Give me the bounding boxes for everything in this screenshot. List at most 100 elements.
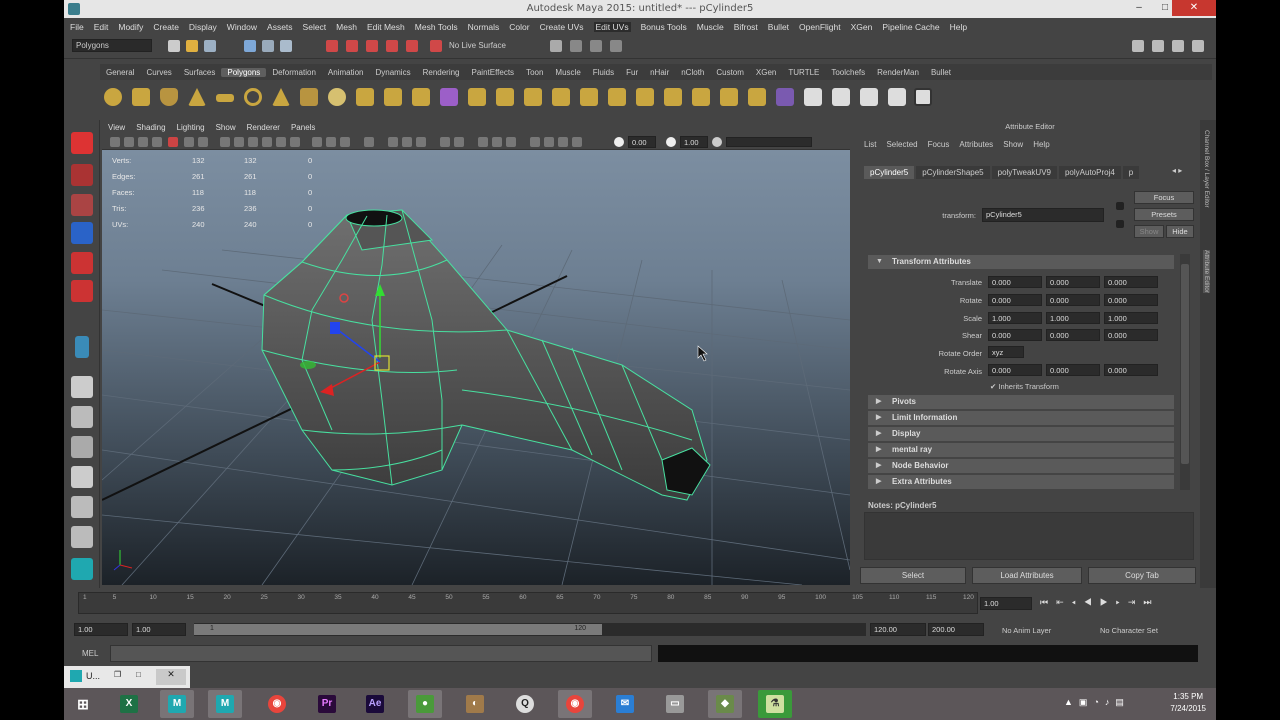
ae-menu-focus[interactable]: Focus (928, 140, 950, 149)
snap-curve-icon[interactable] (346, 40, 358, 52)
save-scene-icon[interactable] (204, 40, 216, 52)
load-attributes-button[interactable]: Load Attributes (972, 567, 1082, 584)
view-transform-dial-icon[interactable] (712, 137, 722, 147)
transform-name-field[interactable]: pCylinder5 (982, 208, 1104, 222)
range-track[interactable]: 1 120 (194, 623, 866, 636)
bookmark-icon[interactable] (138, 137, 148, 147)
playback-controls[interactable]: ⏮⇤◂◀▶▸⇥⏭ (1040, 597, 1160, 608)
ae-scrollbar[interactable] (1180, 254, 1190, 490)
lasso-tool-icon[interactable] (71, 164, 93, 186)
separate-icon[interactable] (384, 88, 402, 106)
shelf-tab-turtle[interactable]: TURTLE (782, 68, 825, 77)
shelf-tab-muscle[interactable]: Muscle (549, 68, 586, 77)
panel-menu-shading[interactable]: Shading (136, 123, 165, 132)
poly-helix-icon[interactable] (328, 88, 346, 106)
selected-mesh[interactable] (261, 209, 711, 501)
menu-assets[interactable]: Assets (267, 22, 293, 32)
view-transform-dropdown[interactable] (726, 137, 812, 147)
poly-sphere-icon[interactable] (104, 88, 122, 106)
uv-automatic-icon[interactable] (888, 88, 906, 106)
dof-icon[interactable] (440, 137, 450, 147)
menu-create-uvs[interactable]: Create UVs (540, 22, 584, 32)
minimized-window[interactable]: U... ❐ □ ✕ (64, 666, 190, 688)
scale-x-field[interactable]: 1.000 (988, 312, 1042, 324)
exposure-icon[interactable] (478, 137, 488, 147)
extrude-icon[interactable] (524, 88, 542, 106)
shear-y-field[interactable]: 0.000 (1046, 329, 1100, 341)
resolution-gate-icon[interactable] (198, 137, 208, 147)
notes-textarea[interactable] (864, 512, 1194, 560)
menu-color[interactable]: Color (509, 22, 529, 32)
channel-box-toggle-icon[interactable] (1172, 40, 1184, 52)
ae-tab-pcylinder5[interactable]: pCylinder5 (864, 166, 915, 179)
tool-settings-toggle-icon[interactable] (1192, 40, 1204, 52)
snap-point-icon[interactable] (366, 40, 378, 52)
hide-button[interactable]: Hide (1166, 225, 1194, 238)
mini-close-icon[interactable]: ✕ (156, 669, 186, 685)
multisample-icon[interactable] (416, 137, 426, 147)
bevel-icon[interactable] (776, 88, 794, 106)
history-icon[interactable] (550, 40, 562, 52)
gamma-field[interactable]: 1.00 (680, 136, 708, 148)
grid-red-icon[interactable] (168, 137, 178, 147)
anim-layer-dropdown[interactable]: No Anim Layer (1002, 626, 1051, 635)
grid-icon[interactable] (544, 137, 554, 147)
snap-grid-icon[interactable] (326, 40, 338, 52)
taskbar-app-5[interactable]: ◆ (708, 690, 742, 718)
render-icon[interactable] (570, 40, 582, 52)
taskbar-maya-2[interactable]: M (208, 690, 242, 718)
panel-menu-panels[interactable]: Panels (291, 123, 315, 132)
poly-pipe-icon[interactable] (300, 88, 318, 106)
shelf-tab-surfaces[interactable]: Surfaces (178, 68, 222, 77)
panel-toggle-icon[interactable] (1152, 40, 1164, 52)
field-chart-icon[interactable] (558, 137, 568, 147)
section-limit-information[interactable]: ▶ Limit Information (868, 411, 1174, 425)
poly-cylinder-icon[interactable] (160, 88, 178, 106)
offset-edge-loop-icon[interactable] (692, 88, 710, 106)
motion-blur-icon[interactable] (402, 137, 412, 147)
insert-edge-loop-icon[interactable] (664, 88, 682, 106)
scale-tool-icon[interactable] (71, 280, 93, 302)
transform-attributes-header[interactable]: ▼ Transform Attributes (868, 255, 1174, 269)
menu-normals[interactable]: Normals (468, 22, 500, 32)
network-icon[interactable]: ▣ (1079, 697, 1094, 707)
mirror-icon[interactable] (496, 88, 514, 106)
gamma-icon[interactable] (454, 137, 464, 147)
menu-bifrost[interactable]: Bifrost (734, 22, 758, 32)
ae-tab-pcylindershape5[interactable]: pCylinderShape5 (916, 166, 990, 179)
translate-y-field[interactable]: 0.000 (1046, 276, 1100, 288)
shelf-tab-rendering[interactable]: Rendering (417, 68, 466, 77)
section-pivots[interactable]: ▶ Pivots (868, 395, 1174, 409)
poly-prism-icon[interactable] (272, 88, 290, 106)
maya-logo-icon[interactable] (71, 558, 93, 580)
shadows-icon[interactable] (276, 137, 286, 147)
split-polygon-icon[interactable] (636, 88, 654, 106)
image-plane-icon[interactable] (152, 137, 162, 147)
mini-restore-icon[interactable]: ❐ (114, 670, 121, 679)
playback-start-field[interactable]: 1.00 (132, 623, 186, 636)
step-back-frame-icon[interactable]: ◂ (1072, 597, 1084, 607)
volume-icon[interactable]: ♪ (1105, 697, 1116, 707)
use-lights-icon[interactable] (262, 137, 272, 147)
color-mgmt-icon[interactable] (492, 137, 502, 147)
playback-end-field[interactable]: 120.00 (870, 623, 926, 636)
shelf-tab-toon[interactable]: Toon (520, 68, 549, 77)
rotate-tool-icon[interactable] (71, 252, 93, 274)
fill-hole-icon[interactable] (608, 88, 626, 106)
select-button[interactable]: Select (860, 567, 966, 584)
menu-modify[interactable]: Modify (118, 22, 143, 32)
ipr-icon[interactable] (590, 40, 602, 52)
menu-file[interactable]: File (70, 22, 84, 32)
shelf-tab-renderman[interactable]: RenderMan (871, 68, 925, 77)
uv-spherical-icon[interactable] (860, 88, 878, 106)
ae-menu-selected[interactable]: Selected (886, 140, 917, 149)
ae-tab-p[interactable]: p (1122, 166, 1140, 179)
menu-window[interactable]: Window (227, 22, 257, 32)
select-component-icon[interactable] (280, 40, 292, 52)
translate-z-field[interactable]: 0.000 (1104, 276, 1158, 288)
bridge-icon[interactable] (552, 88, 570, 106)
gamma-dial-icon[interactable] (666, 137, 676, 147)
show-button[interactable]: Show (1134, 225, 1164, 238)
new-scene-icon[interactable] (168, 40, 180, 52)
menu-muscle[interactable]: Muscle (697, 22, 724, 32)
